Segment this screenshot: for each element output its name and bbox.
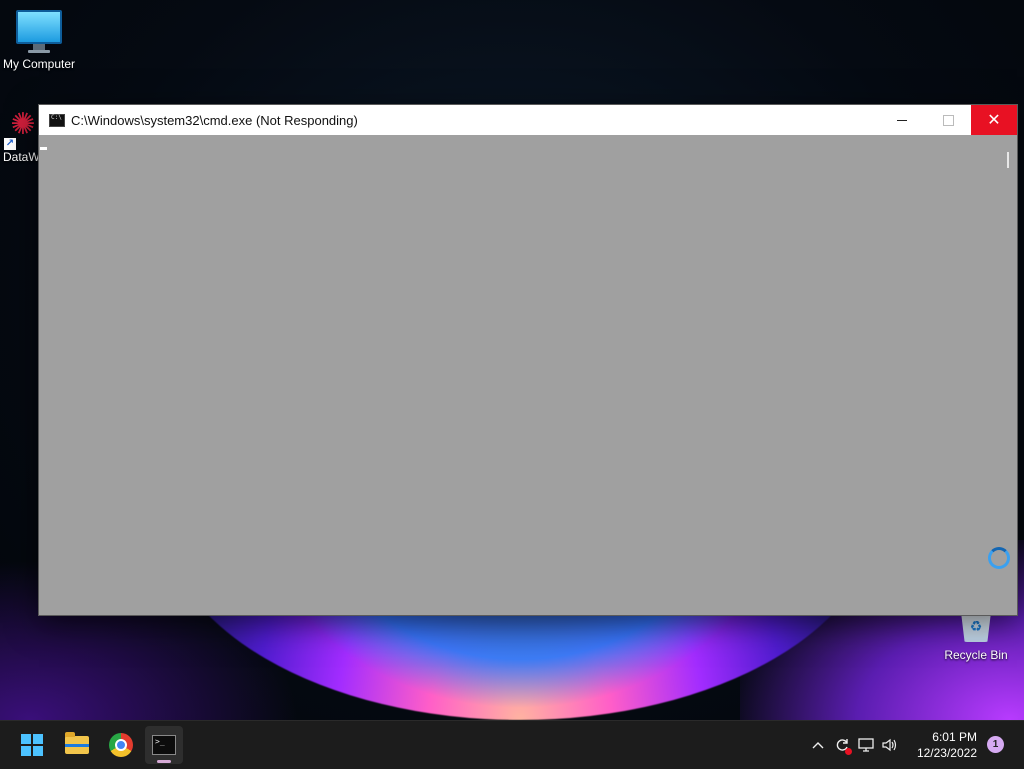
taskbar-command-prompt[interactable] [145, 726, 183, 764]
volume-icon[interactable] [878, 733, 902, 757]
cmd-app-icon [49, 113, 65, 127]
show-hidden-icons-button[interactable] [806, 733, 830, 757]
shortcut-arrow-icon: ↗ [4, 138, 16, 150]
notification-badge[interactable]: 1 [987, 736, 1004, 753]
scrollbar-thumb[interactable] [1007, 152, 1009, 168]
console-area[interactable] [39, 135, 1017, 615]
text-cursor [40, 147, 47, 150]
computer-monitor-icon [16, 10, 62, 44]
maximize-icon [942, 114, 954, 126]
taskbar-clock[interactable]: 6:01 PM 12/23/2022 [900, 729, 977, 761]
chevron-up-icon [812, 742, 824, 749]
windows-start-icon [21, 734, 43, 756]
active-app-indicator [157, 760, 171, 763]
clock-date: 12/23/2022 [916, 746, 977, 760]
desktop-icon-my-computer[interactable]: My Computer [0, 10, 78, 71]
busy-spinner-icon [988, 547, 1010, 569]
sync-status-icon[interactable] [830, 733, 854, 757]
recycle-bin-icon: ♻ [961, 612, 991, 642]
window-titlebar[interactable]: C:\Windows\system32\cmd.exe (Not Respond… [39, 105, 1017, 135]
system-tray [806, 721, 902, 769]
speaker-icon [882, 738, 897, 752]
cmd-window[interactable]: C:\Windows\system32\cmd.exe (Not Respond… [39, 105, 1017, 615]
desktop-icon-recycle-bin[interactable]: ♻ Recycle Bin [936, 612, 1016, 662]
desktop-icon-label: My Computer [2, 57, 76, 71]
close-icon: ✕ [987, 112, 1001, 129]
desktop-icon-label: Recycle Bin [944, 648, 1008, 662]
taskbar-chrome[interactable] [102, 726, 140, 764]
spark-logo-icon: ✺ [10, 108, 36, 141]
window-controls: ✕ [879, 105, 1017, 135]
taskbar-file-explorer[interactable] [58, 726, 96, 764]
clock-time: 6:01 PM [932, 730, 977, 744]
datawave-app-icon: ✺ ↗ [2, 110, 42, 150]
monitor-network-icon [858, 738, 874, 752]
alert-dot-icon [845, 748, 852, 755]
desktop-icon-label: DataW [3, 150, 40, 164]
chrome-icon [109, 733, 133, 757]
minimize-icon [897, 119, 907, 121]
desktop-icon-datawave[interactable]: ✺ ↗ DataW [0, 110, 44, 165]
window-title: C:\Windows\system32\cmd.exe (Not Respond… [71, 112, 358, 128]
close-button[interactable]: ✕ [971, 105, 1017, 135]
maximize-button[interactable] [925, 105, 971, 135]
folder-icon [65, 732, 89, 754]
start-button[interactable] [13, 726, 51, 764]
cmd-icon [152, 735, 176, 755]
network-icon[interactable] [854, 733, 878, 757]
minimize-button[interactable] [879, 105, 925, 135]
taskbar: 6:01 PM 12/23/2022 1 [0, 720, 1024, 769]
